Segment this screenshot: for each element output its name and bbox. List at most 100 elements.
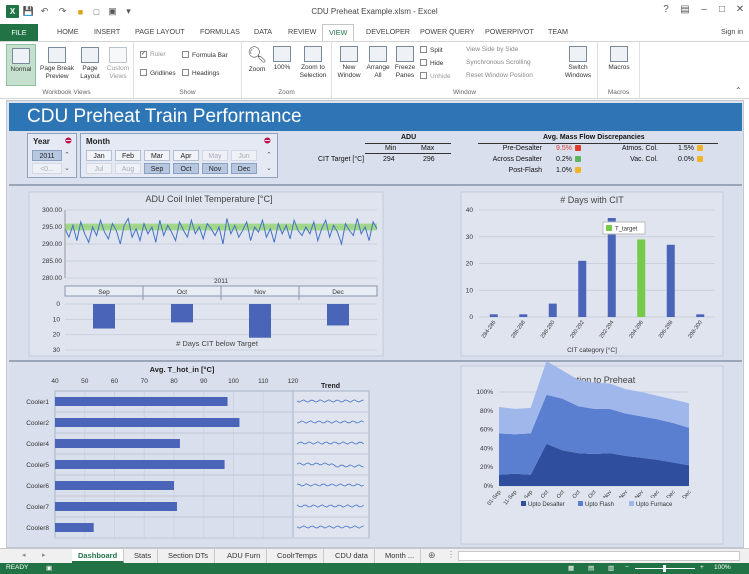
normal-view-status-icon[interactable]: ▦ bbox=[568, 564, 574, 572]
zoom-out-icon[interactable]: − bbox=[625, 564, 629, 571]
cooler-label: Cooler8 bbox=[26, 525, 49, 532]
adu-header: ADU bbox=[401, 134, 417, 141]
freeze-panes-icon bbox=[396, 46, 414, 62]
prev-sheet-icon[interactable]: ◂ bbox=[22, 551, 26, 559]
month-tick-label: Dec bbox=[332, 289, 344, 296]
sheet-tab[interactable]: Month ... bbox=[379, 549, 422, 563]
y-tick-label: 0 bbox=[469, 314, 473, 321]
mass-flow-header: Avg. Mass Flow Discrepancies bbox=[543, 134, 645, 141]
sheet-tab[interactable]: Section DTs bbox=[162, 549, 216, 563]
ribbon-display-icon[interactable]: ▤ bbox=[677, 4, 693, 15]
custom-views-icon bbox=[109, 47, 127, 63]
y-tick-label: 30 bbox=[53, 347, 61, 354]
zoom-100-button[interactable]: 100% bbox=[271, 46, 293, 72]
sheet-tab[interactable]: ADU Furn bbox=[221, 549, 268, 563]
tab-powerpivot[interactable]: POWERPIVOT bbox=[485, 27, 534, 36]
split-button[interactable]: Split bbox=[420, 46, 443, 54]
zoom-button[interactable]: 🔍︎ Zoom bbox=[246, 46, 268, 74]
ribbon: Normal Page Break Preview Page Layout Cust… bbox=[0, 41, 749, 99]
minimize-icon[interactable]: – bbox=[696, 4, 712, 15]
horizontal-scrollbar[interactable] bbox=[458, 551, 740, 561]
y-tick-label: 20% bbox=[480, 464, 493, 471]
dashboard-title: CDU Preheat Train Performance bbox=[27, 106, 302, 127]
cooler-bar bbox=[55, 397, 228, 406]
adu-subheader-rule bbox=[365, 153, 451, 154]
cooler-temperature-chart: Avg. T_hot_in [°C] Trend 40 50 60 70 80 90 100 11… bbox=[26, 365, 370, 539]
tab-split-handle[interactable]: ⋮ bbox=[447, 550, 455, 559]
page-layout-button[interactable]: Page Layout bbox=[78, 47, 102, 81]
tab-formulas[interactable]: FORMULAS bbox=[200, 27, 240, 36]
tab-team[interactable]: TEAM bbox=[548, 27, 568, 36]
y-tick-label: 285.00 bbox=[42, 258, 62, 265]
ruler-checkbox[interactable]: Ruler bbox=[140, 51, 166, 58]
tab-view[interactable]: VIEW bbox=[322, 24, 355, 42]
restore-icon[interactable]: □ bbox=[714, 4, 730, 15]
close-icon[interactable]: ✕ bbox=[732, 4, 748, 15]
tab-power-query[interactable]: POWER QUERY bbox=[420, 27, 475, 36]
mass-flow-label: Vac. Col. bbox=[630, 156, 658, 163]
next-sheet-icon[interactable]: ▸ bbox=[42, 551, 46, 559]
page-break-status-icon[interactable]: ▥ bbox=[608, 564, 614, 572]
new-window-button[interactable]: New Window bbox=[334, 46, 364, 80]
sheet-tabs-bar: ◂ ▸ Dashboard Stats Section DTs ADU Furn Coo… bbox=[0, 548, 749, 563]
sign-in-link[interactable]: Sign in bbox=[721, 27, 743, 36]
cooler-bar bbox=[55, 523, 94, 532]
custom-views-button[interactable]: Custom Views bbox=[104, 47, 132, 81]
cit-bin-bar bbox=[548, 303, 557, 317]
headings-checkbox[interactable]: Headings bbox=[182, 69, 219, 77]
sheet-tab[interactable]: Stats bbox=[128, 549, 159, 563]
arrange-all-button[interactable]: Arrange All bbox=[364, 46, 392, 80]
reset-window-position-button[interactable]: Reset Window Position bbox=[466, 72, 533, 79]
mass-flow-rule bbox=[478, 143, 718, 144]
synchronous-scrolling-button[interactable]: Synchronous Scrolling bbox=[466, 59, 531, 66]
x-tick-label: 80 bbox=[170, 378, 178, 385]
help-icon[interactable]: ? bbox=[658, 4, 674, 15]
zoom-slider-thumb[interactable] bbox=[663, 565, 666, 572]
legend-swatch bbox=[606, 225, 612, 231]
tab-insert[interactable]: INSERT bbox=[94, 27, 120, 36]
sheet-tab[interactable]: Dashboard bbox=[72, 549, 125, 563]
gridlines-checkbox[interactable]: Gridlines bbox=[140, 69, 176, 77]
freeze-panes-button[interactable]: Freeze Panes bbox=[392, 46, 418, 80]
tab-review[interactable]: REVIEW bbox=[288, 27, 316, 36]
mass-flow-label: Atmos. Col. bbox=[621, 145, 658, 152]
formula-bar-checkbox[interactable]: Formula Bar bbox=[182, 51, 228, 59]
new-sheet-icon[interactable]: ⊕ bbox=[428, 550, 436, 561]
tab-data[interactable]: DATA bbox=[254, 27, 272, 36]
tab-developer[interactable]: DEVELOPER bbox=[366, 27, 410, 36]
group-workbook-views: Normal Page Break Preview Page Layout Cust… bbox=[0, 42, 134, 98]
sheet-tab[interactable]: CoolrTemps bbox=[271, 549, 325, 563]
sheet-tab[interactable]: CDU data bbox=[329, 549, 375, 563]
mass-flow-value: 1.5% bbox=[678, 145, 703, 152]
chart-title: Avg. T_hot_in [°C] bbox=[150, 365, 215, 374]
month-tick-label: Nov bbox=[254, 289, 266, 296]
y-tick-label: 0% bbox=[484, 483, 494, 490]
normal-view-button[interactable]: Normal bbox=[6, 44, 36, 86]
contribution-area-chart: Contribution to Preheat100%80%60%40%20%0… bbox=[460, 361, 724, 545]
zoom-level[interactable]: 100% bbox=[714, 564, 731, 571]
zoom-selection-icon bbox=[304, 46, 322, 62]
collapse-ribbon-icon[interactable]: ⌃ bbox=[735, 86, 742, 95]
y-tick-label: 300.00 bbox=[42, 207, 62, 214]
page-break-preview-button[interactable]: Page Break Preview bbox=[40, 47, 74, 81]
x-tick-label: 40 bbox=[51, 378, 59, 385]
magnifier-icon: 🔍︎ bbox=[246, 47, 268, 64]
tab-file[interactable]: FILE bbox=[0, 24, 38, 41]
view-side-by-side-button[interactable]: View Side by Side bbox=[466, 46, 518, 53]
tab-home[interactable]: HOME bbox=[57, 27, 79, 36]
macro-record-icon[interactable]: ▣ bbox=[46, 564, 52, 572]
unhide-button[interactable]: Unhide bbox=[420, 72, 451, 80]
legend-swatch bbox=[578, 501, 583, 506]
below-target-bar bbox=[249, 304, 271, 338]
switch-windows-button[interactable]: Switch Windows bbox=[560, 46, 596, 80]
group-macros: Macros Macros bbox=[598, 42, 640, 98]
y-tick-label: 30 bbox=[466, 234, 474, 241]
hide-button[interactable]: Hide bbox=[420, 59, 443, 67]
zoom-to-selection-button[interactable]: Zoom to Selection bbox=[296, 46, 330, 80]
zoom-in-icon[interactable]: + bbox=[700, 564, 704, 571]
new-window-icon bbox=[340, 46, 358, 62]
tab-page-layout[interactable]: PAGE LAYOUT bbox=[135, 27, 185, 36]
macros-button[interactable]: Macros bbox=[602, 46, 636, 72]
y-tick-label: 20 bbox=[466, 261, 474, 268]
page-layout-status-icon[interactable]: ▤ bbox=[588, 564, 594, 572]
